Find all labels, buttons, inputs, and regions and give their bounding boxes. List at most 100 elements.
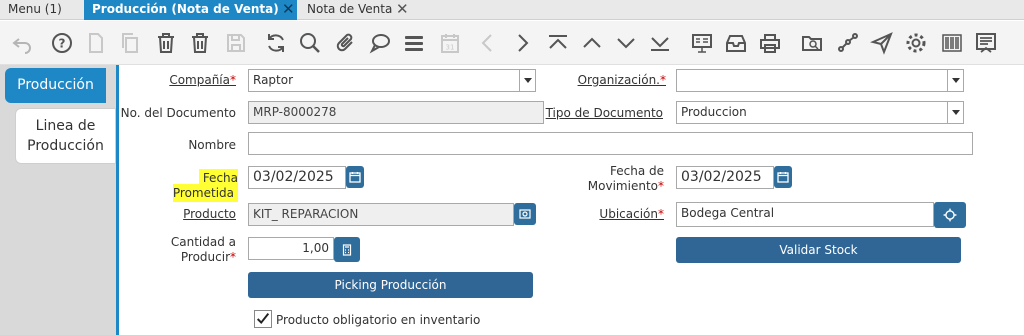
next-icon[interactable] xyxy=(508,29,536,57)
validar-stock-label: Validar Stock xyxy=(779,243,858,257)
cantidad-input[interactable]: 1,00 xyxy=(248,237,334,260)
chevron-down-icon[interactable] xyxy=(947,102,963,123)
refresh-icon[interactable] xyxy=(262,29,290,57)
previous-icon[interactable] xyxy=(474,29,502,57)
window-tab-bar: Menu (1) Producción (Nota de Venta) ✕ No… xyxy=(0,0,1024,20)
delete-selection-icon[interactable] xyxy=(186,29,214,57)
producto-field[interactable]: KIT_ REPARACION xyxy=(248,203,514,226)
fecha-prometida-label-text: Fecha Prometida xyxy=(172,169,238,202)
help-icon[interactable]: ? xyxy=(48,29,76,57)
barcode-icon[interactable] xyxy=(938,29,966,57)
calendar-icon[interactable] xyxy=(774,166,792,188)
chevron-down-icon[interactable] xyxy=(947,70,963,91)
fecha-prometida-value: 03/02/2025 xyxy=(253,169,334,185)
compania-label-text: Compañía xyxy=(169,73,230,87)
fecha-movimiento-label: Fecha de Movimiento* xyxy=(560,164,664,194)
ubicacion-field[interactable]: Bodega Central xyxy=(676,202,934,227)
copy-icon[interactable] xyxy=(116,29,144,57)
tipo-documento-label: Tipo de Documento xyxy=(545,106,663,120)
tab-produccion-detail[interactable]: Producción xyxy=(5,68,106,103)
first-record-icon[interactable] xyxy=(544,29,572,57)
tab-menu[interactable]: Menu (1) xyxy=(0,0,84,20)
required-mark: * xyxy=(230,250,236,264)
required-mark: * xyxy=(658,207,664,221)
archive-icon[interactable] xyxy=(722,29,750,57)
nombre-label: Nombre xyxy=(188,138,236,152)
new-record-icon[interactable] xyxy=(82,29,110,57)
tab-nota-de-venta-label: Nota de Venta xyxy=(307,2,393,16)
detail-tabs-panel xyxy=(0,65,118,335)
down-icon[interactable] xyxy=(612,29,640,57)
tab-linea-de-produccion[interactable]: Linea de Producción xyxy=(15,108,116,164)
fecha-prometida-input[interactable]: 03/02/2025 xyxy=(248,166,346,189)
product-info-icon[interactable] xyxy=(514,203,536,225)
obligatorio-checkbox[interactable] xyxy=(254,310,272,328)
fecha-prometida-label: Fecha Prometida xyxy=(132,169,238,202)
send-icon[interactable] xyxy=(868,29,896,57)
fecha-movimiento-input[interactable]: 03/02/2025 xyxy=(676,166,774,189)
settings-icon[interactable] xyxy=(902,29,930,57)
calendar-icon[interactable] xyxy=(346,166,364,188)
cantidad-label-2-text: Producir xyxy=(180,250,230,264)
required-mark: * xyxy=(230,73,236,87)
ubicacion-label-text: Ubicación xyxy=(599,207,658,221)
attachment-icon[interactable] xyxy=(332,29,360,57)
report-icon[interactable] xyxy=(688,29,716,57)
process-icon[interactable] xyxy=(972,29,1000,57)
validar-stock-button[interactable]: Validar Stock xyxy=(676,237,961,263)
picking-produccion-button[interactable]: Picking Producción xyxy=(248,272,533,298)
no-documento-value: MRP-8000278 xyxy=(253,105,337,119)
fecha-movimiento-label-2-text: Movimiento xyxy=(587,179,658,193)
fecha-movimiento-label-2: Movimiento* xyxy=(560,179,664,194)
calculator-icon[interactable] xyxy=(334,237,360,262)
compania-select[interactable]: Raptor xyxy=(248,69,536,92)
svg-text:?: ? xyxy=(59,37,66,51)
organizacion-select[interactable] xyxy=(676,69,964,92)
undo-icon[interactable] xyxy=(8,29,36,57)
grid-toggle-icon[interactable] xyxy=(400,29,428,57)
picking-produccion-label: Picking Producción xyxy=(334,278,447,292)
producto-value: KIT_ REPARACION xyxy=(253,207,359,221)
calendar-icon[interactable]: 31 xyxy=(436,29,464,57)
tab-linea-label-1: Linea de xyxy=(35,118,96,134)
no-documento-field[interactable]: MRP-8000278 xyxy=(248,101,544,124)
cantidad-label: Cantidad a Producir* xyxy=(150,235,236,265)
nombre-input[interactable] xyxy=(248,132,973,155)
zoom-across-icon[interactable] xyxy=(798,29,826,57)
checkmark-icon xyxy=(256,313,270,325)
organizacion-label-text: Organización. xyxy=(577,73,660,87)
workflow-icon[interactable] xyxy=(834,29,862,57)
panel-divider xyxy=(116,65,119,335)
locator-icon[interactable] xyxy=(934,202,966,228)
required-mark: * xyxy=(658,179,664,193)
save-icon[interactable] xyxy=(222,29,250,57)
up-icon[interactable] xyxy=(578,29,606,57)
ubicacion-label: Ubicación* xyxy=(580,207,664,222)
producto-label: Producto xyxy=(183,207,236,221)
delete-icon[interactable] xyxy=(152,29,180,57)
find-icon[interactable] xyxy=(296,29,324,57)
tab-produccion[interactable]: Producción (Nota de Venta) ✕ xyxy=(84,0,297,20)
tipo-documento-select[interactable]: Produccion xyxy=(676,101,964,124)
tipo-documento-value: Produccion xyxy=(681,105,747,119)
tab-nota-de-venta[interactable]: Nota de Venta ✕ xyxy=(299,0,414,20)
no-documento-label: No. del Documento xyxy=(120,106,236,120)
organizacion-label: Organización.* xyxy=(562,73,666,88)
tab-produccion-detail-label: Producción xyxy=(17,77,94,93)
tab-menu-label: Menu (1) xyxy=(8,2,62,16)
cantidad-value: 1,00 xyxy=(302,241,329,255)
compania-label: Compañía* xyxy=(150,73,236,88)
close-icon[interactable]: ✕ xyxy=(282,1,295,18)
ubicacion-value: Bodega Central xyxy=(681,206,775,220)
required-mark: * xyxy=(660,73,666,87)
toolbar: ? 31 xyxy=(0,21,1024,65)
chevron-down-icon[interactable] xyxy=(519,70,535,91)
svg-text:31: 31 xyxy=(446,44,455,52)
close-icon[interactable]: ✕ xyxy=(396,1,409,18)
cantidad-label-1: Cantidad a xyxy=(170,235,236,249)
fecha-movimiento-value: 03/02/2025 xyxy=(681,169,762,185)
print-icon[interactable] xyxy=(756,29,784,57)
chat-icon[interactable] xyxy=(366,29,394,57)
last-record-icon[interactable] xyxy=(646,29,674,57)
compania-value: Raptor xyxy=(253,73,294,87)
